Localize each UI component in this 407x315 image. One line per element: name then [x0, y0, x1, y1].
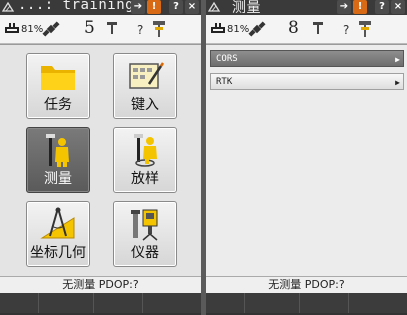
softkey-1[interactable] — [206, 293, 245, 313]
softkey-bar — [206, 293, 407, 315]
softkey-3[interactable] — [94, 293, 143, 313]
softkey-1[interactable] — [0, 293, 39, 313]
bottom-status-bar: 无测量 PDOP:? — [0, 276, 201, 293]
status-bar: 81% 5 ? — [0, 15, 201, 44]
close-button[interactable]: × — [185, 0, 199, 14]
softkey-4[interactable] — [143, 293, 201, 313]
rover-receiver-icon[interactable] — [152, 20, 166, 38]
status-bar: 81% 8 ? — [206, 15, 407, 44]
left-screen: ...: training ➔ ! ? × 81% 5 ? 任务 键入 测量 放… — [0, 0, 201, 315]
tile-cogo[interactable]: 坐标几何 — [26, 201, 90, 267]
softkey-bar — [0, 293, 201, 315]
battery-percent: 81% — [21, 24, 44, 35]
tile-instrument[interactable]: 仪器 — [113, 201, 177, 267]
tile-label: 坐标几何 — [30, 245, 86, 261]
window-title: ...: training — [18, 0, 135, 13]
right-screen: 测量 ➔ ! ? × 81% 8 ? CORS ▶ RTK ▶ 无测量 PDOP… — [206, 0, 407, 315]
back-arrow-button[interactable]: ➔ — [131, 0, 145, 14]
menu-item-label: RTK — [216, 77, 233, 87]
stakeout-worker-icon — [134, 134, 157, 167]
softkey-2[interactable] — [39, 293, 94, 313]
folder-icon — [41, 66, 75, 90]
app-logo-icon[interactable] — [208, 1, 221, 13]
tile-label: 任务 — [44, 97, 72, 113]
tile-label: 测量 — [44, 171, 72, 187]
chevron-right-icon: ▶ — [395, 55, 400, 64]
softkey-2[interactable] — [245, 293, 300, 313]
power-plug-icon[interactable] — [4, 20, 20, 36]
warning-button[interactable]: ! — [147, 0, 161, 14]
tile-label: 放样 — [131, 171, 159, 187]
softkey-3[interactable] — [300, 293, 349, 313]
close-button[interactable]: × — [391, 0, 405, 14]
main-menu-grid: 任务 键入 测量 放样 坐标几何 仪器 — [0, 44, 201, 277]
survey-worker-icon — [46, 134, 69, 167]
unknown-status: ? — [137, 23, 144, 37]
radio-antenna-icon[interactable] — [105, 20, 119, 36]
radio-antenna-icon[interactable] — [311, 20, 325, 36]
menu-item-rtk[interactable]: RTK ▶ — [210, 73, 404, 90]
tile-measure[interactable]: 测量 — [26, 127, 90, 193]
menu-item-cors[interactable]: CORS ▶ — [210, 50, 404, 67]
keypad-entry-icon — [129, 62, 165, 89]
satellite-icon[interactable] — [42, 20, 60, 38]
style-menu: CORS ▶ RTK ▶ — [210, 50, 404, 96]
menu-item-label: CORS — [216, 54, 238, 64]
softkey-4[interactable] — [349, 293, 407, 313]
unknown-status: ? — [343, 23, 350, 37]
cogo-compass-icon — [40, 207, 75, 239]
warning-button[interactable]: ! — [353, 0, 367, 14]
tile-label: 键入 — [131, 97, 159, 113]
app-logo-icon[interactable] — [2, 1, 15, 13]
power-plug-icon[interactable] — [210, 20, 226, 36]
tile-jobs[interactable]: 任务 — [26, 53, 90, 119]
back-arrow-button[interactable]: ➔ — [337, 0, 351, 14]
help-button[interactable]: ? — [375, 0, 389, 14]
title-bar: ...: training ➔ ! ? × — [0, 0, 201, 15]
tile-key-in[interactable]: 键入 — [113, 53, 177, 119]
satellite-icon[interactable] — [248, 20, 266, 38]
help-button[interactable]: ? — [169, 0, 183, 14]
tile-label: 仪器 — [131, 245, 159, 261]
tile-stakeout[interactable]: 放样 — [113, 127, 177, 193]
instrument-icon — [131, 209, 158, 241]
chevron-right-icon: ▶ — [395, 78, 400, 87]
rover-receiver-icon[interactable] — [358, 20, 372, 38]
satellite-count: 8 — [288, 18, 299, 38]
survey-style-list: CORS ▶ RTK ▶ — [206, 44, 407, 277]
battery-percent: 81% — [227, 24, 250, 35]
satellite-count: 5 — [84, 18, 95, 38]
bottom-status-bar: 无测量 PDOP:? — [206, 276, 407, 293]
title-bar: 测量 ➔ ! ? × — [206, 0, 407, 16]
